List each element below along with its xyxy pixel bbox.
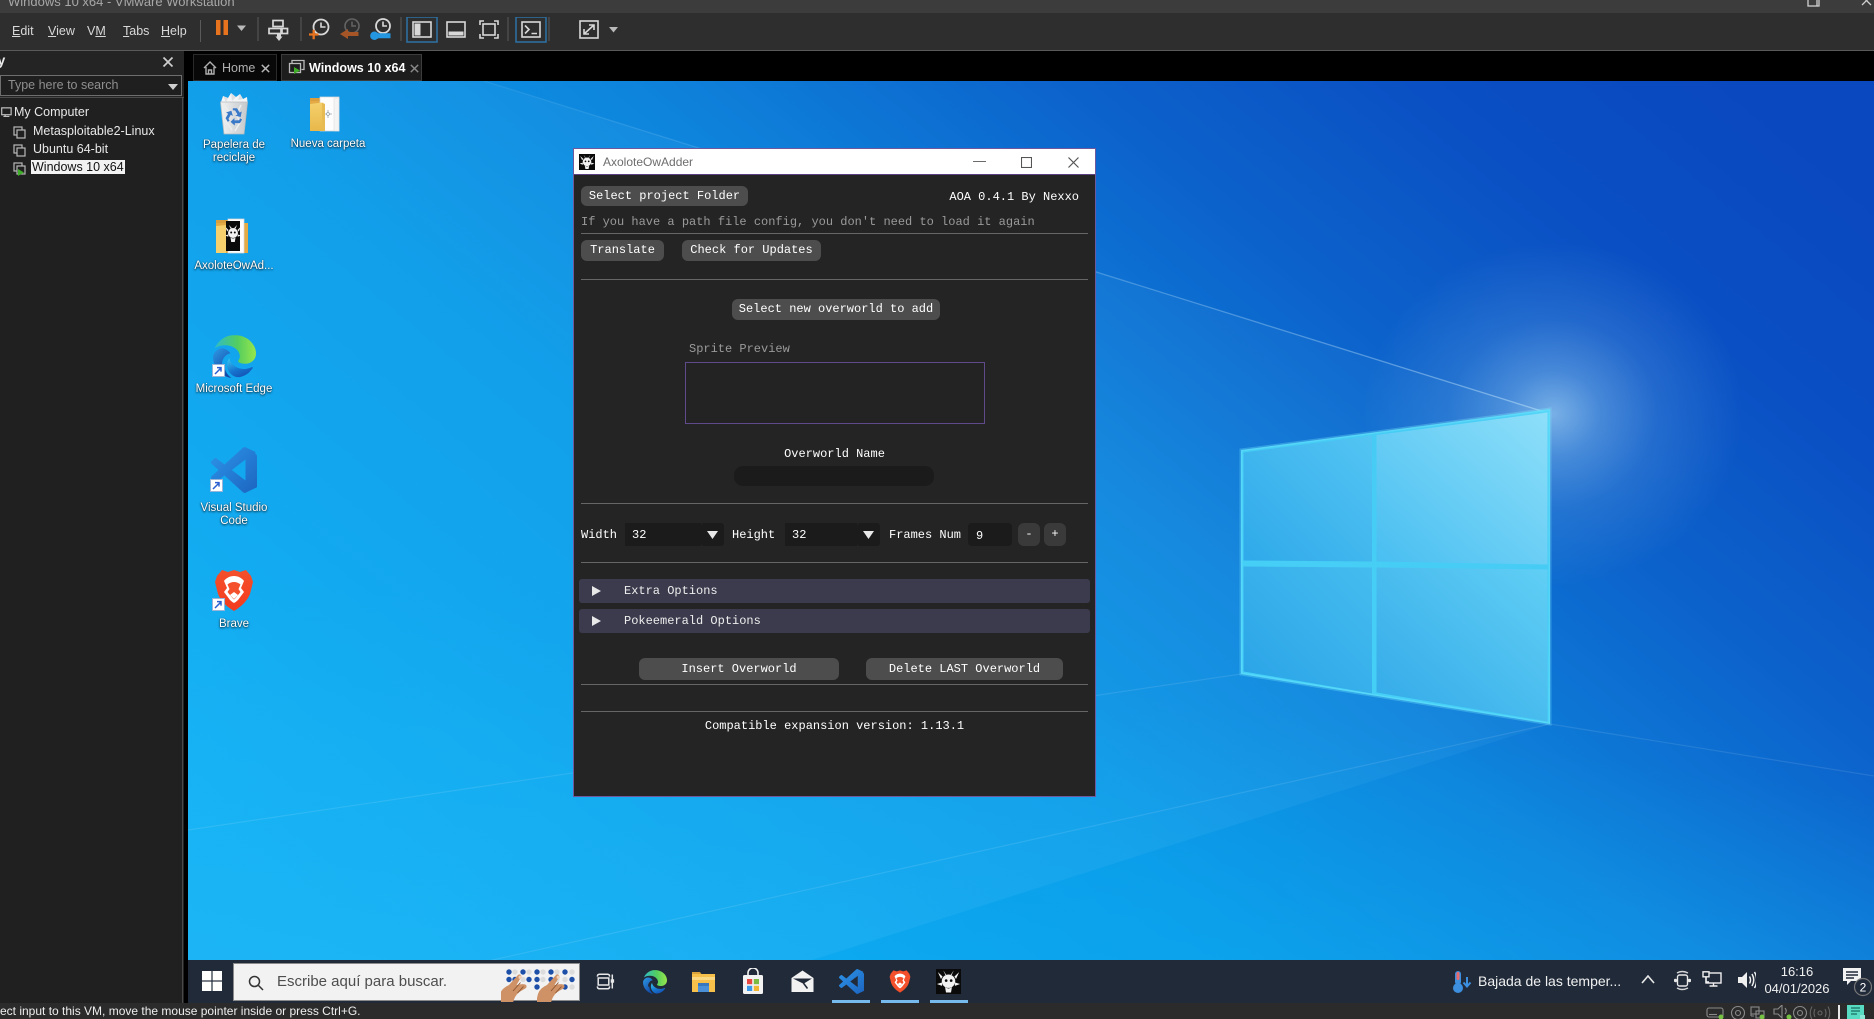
svg-text:2: 2 [1860,981,1867,995]
